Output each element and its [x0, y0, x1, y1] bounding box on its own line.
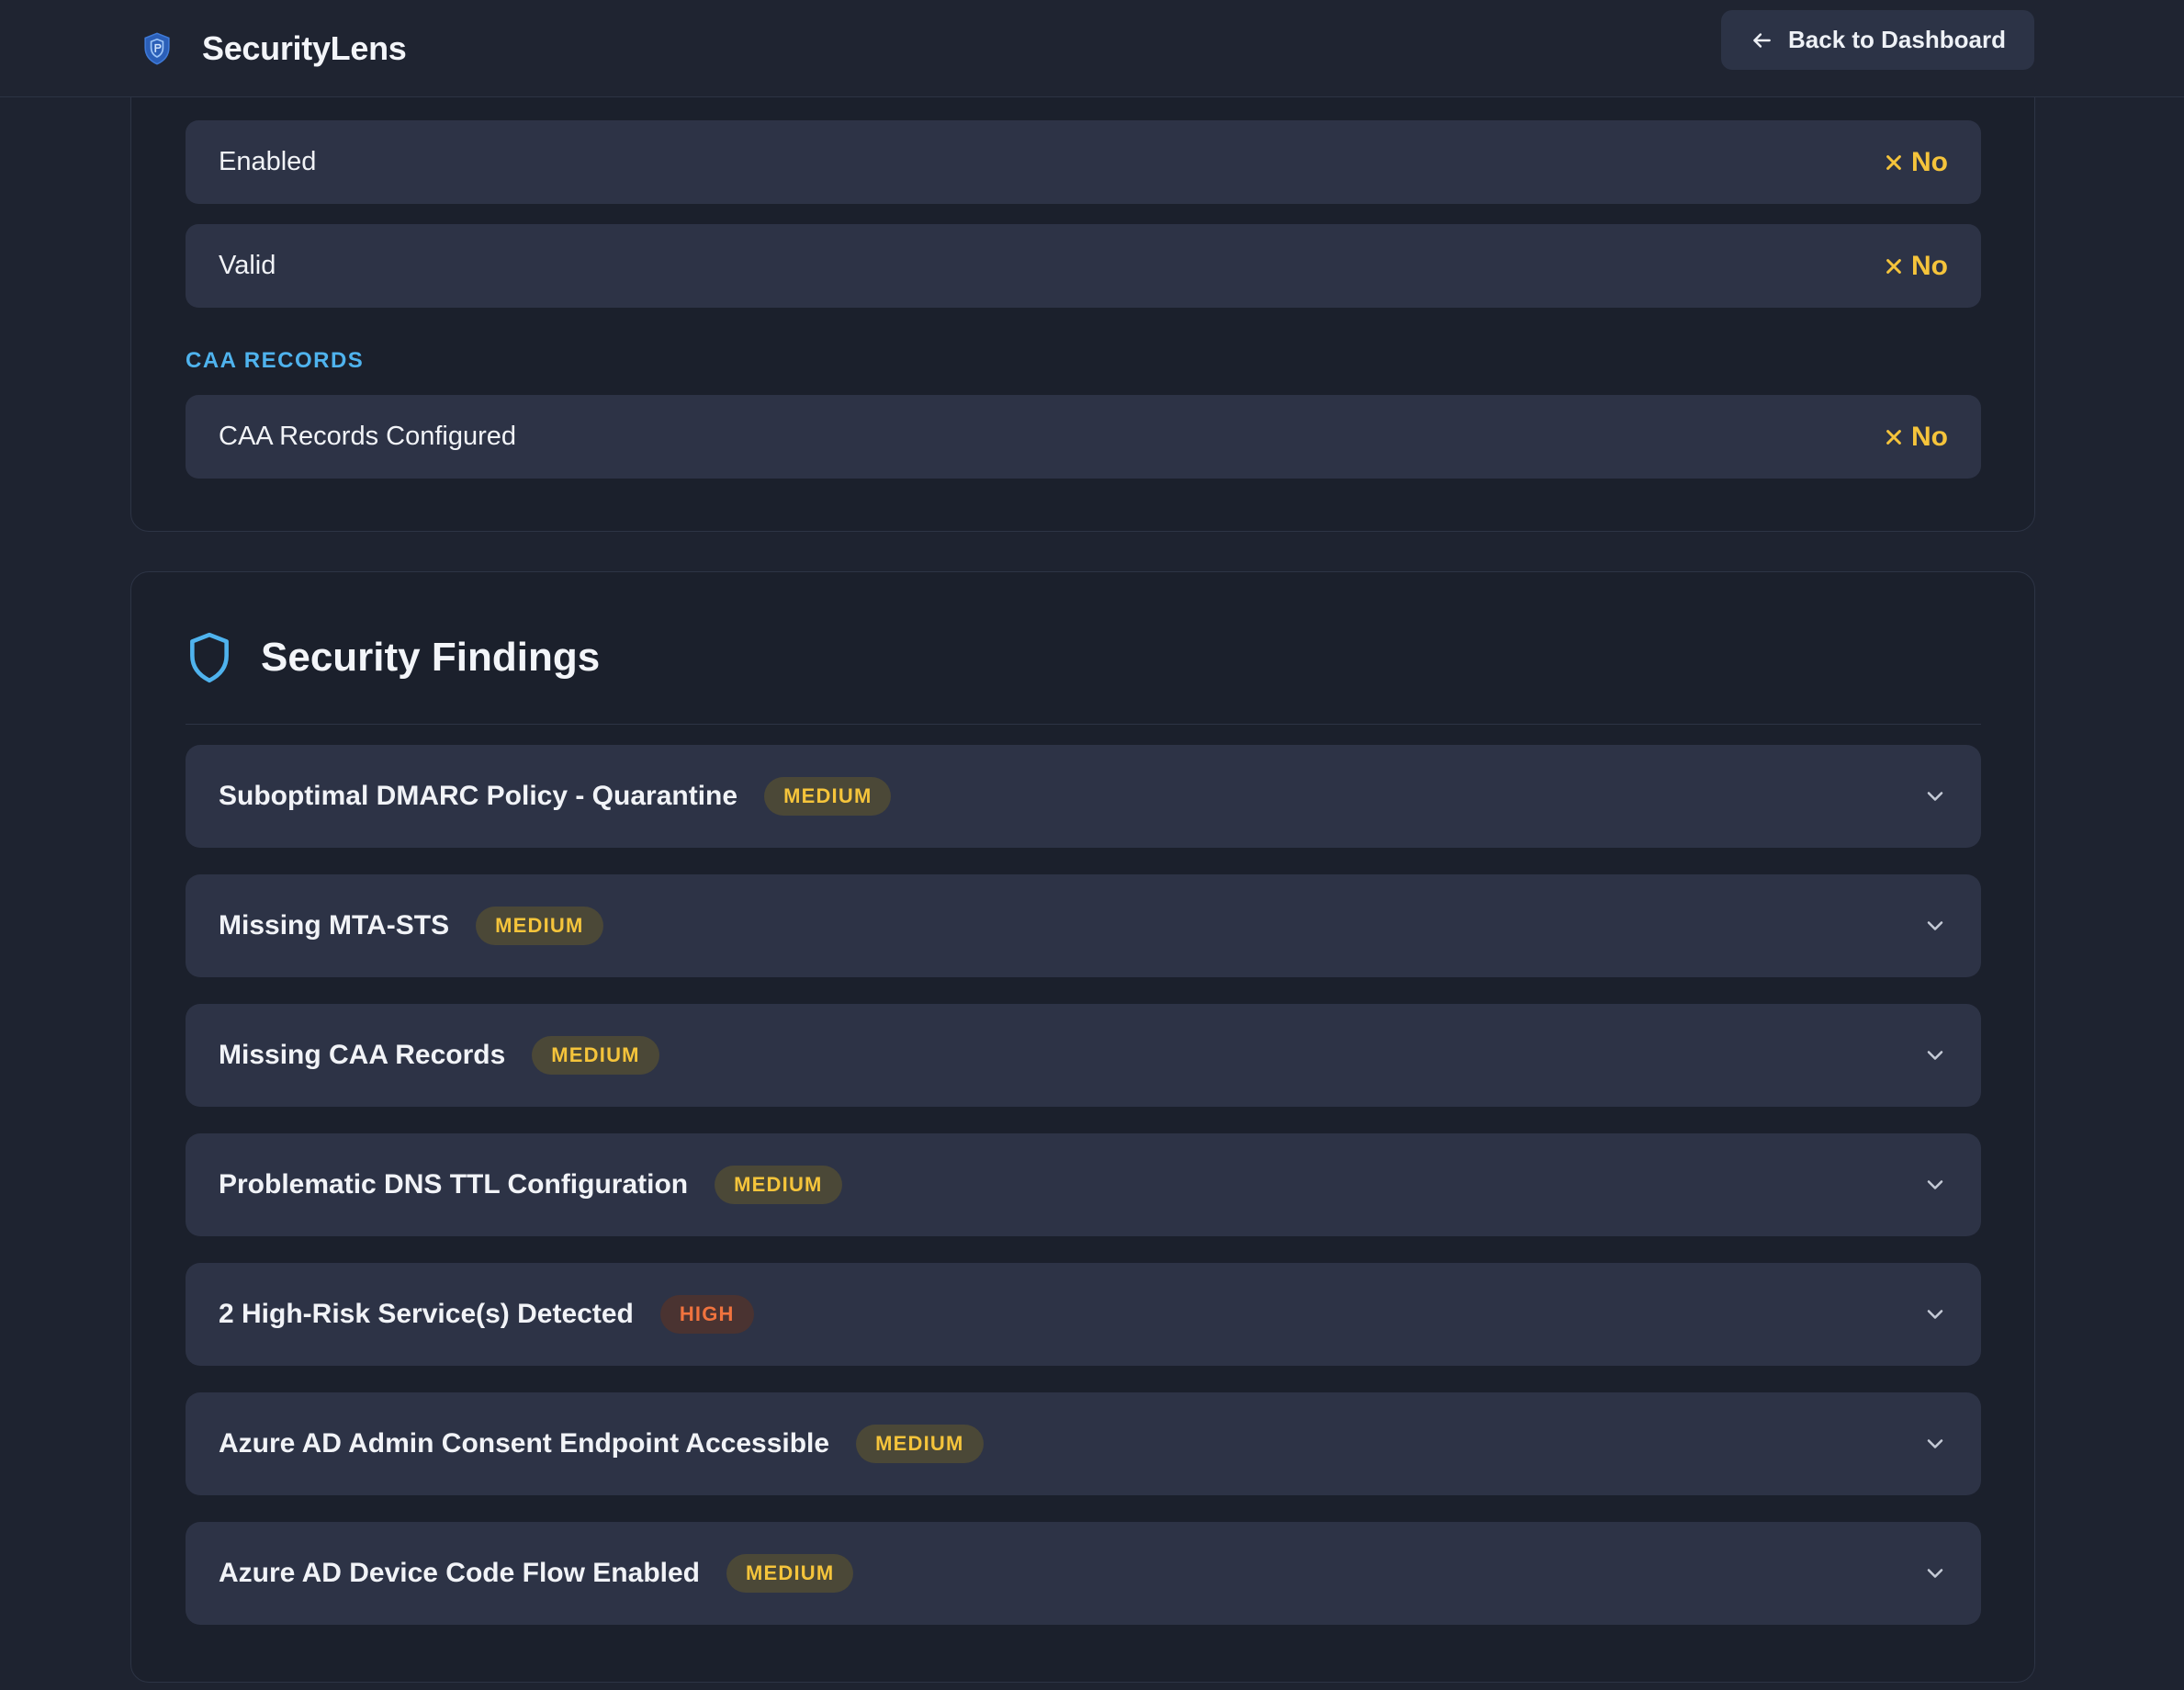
finding-item[interactable]: Problematic DNS TTL Configuration MEDIUM	[186, 1133, 1981, 1236]
chevron-down-icon[interactable]	[1922, 1172, 1948, 1198]
finding-item[interactable]: Missing CAA Records MEDIUM	[186, 1004, 1981, 1107]
finding-title: Suboptimal DMARC Policy - Quarantine	[219, 781, 738, 811]
chevron-down-icon[interactable]	[1922, 783, 1948, 809]
finding-item[interactable]: 2 High-Risk Service(s) Detected HIGH	[186, 1263, 1981, 1366]
shield-icon	[190, 632, 229, 683]
x-icon	[1886, 258, 1901, 274]
brand[interactable]: SecurityLens	[142, 18, 407, 79]
finding-title: Missing CAA Records	[219, 1040, 506, 1070]
severity-badge: MEDIUM	[726, 1554, 854, 1593]
record-label: Enabled	[219, 147, 317, 176]
finding-title: Azure AD Admin Consent Endpoint Accessib…	[219, 1428, 830, 1459]
severity-badge: MEDIUM	[764, 777, 892, 816]
status-value: No	[1884, 147, 1948, 178]
finding-item[interactable]: Azure AD Admin Consent Endpoint Accessib…	[186, 1392, 1981, 1495]
arrow-left-icon	[1753, 32, 1771, 48]
record-label: Valid	[219, 251, 276, 280]
finding-item[interactable]: Azure AD Device Code Flow Enabled MEDIUM	[186, 1522, 1981, 1625]
finding-item[interactable]: Missing MTA-STS MEDIUM	[186, 874, 1981, 977]
logo-shield-icon	[144, 32, 170, 65]
status-text: No	[1911, 146, 1948, 177]
chevron-down-icon[interactable]	[1922, 1301, 1948, 1327]
severity-badge: MEDIUM	[715, 1166, 842, 1204]
record-row-enabled: Enabled No	[186, 120, 1981, 204]
chevron-down-icon[interactable]	[1922, 1560, 1948, 1586]
status-text: No	[1911, 421, 1948, 452]
finding-item[interactable]: Suboptimal DMARC Policy - Quarantine MED…	[186, 745, 1981, 848]
chevron-down-icon[interactable]	[1922, 1042, 1948, 1068]
severity-badge: MEDIUM	[532, 1036, 659, 1075]
chevron-down-icon[interactable]	[1922, 1431, 1948, 1457]
status-text: No	[1911, 250, 1948, 281]
x-icon	[1886, 154, 1901, 170]
back-button-label: Back to Dashboard	[1788, 26, 2006, 53]
status-value: No	[1884, 251, 1948, 282]
finding-title: 2 High-Risk Service(s) Detected	[219, 1299, 634, 1329]
findings-title: Security Findings	[261, 635, 601, 680]
chevron-down-icon[interactable]	[1922, 913, 1948, 939]
status-value: No	[1884, 422, 1948, 453]
record-label: CAA Records Configured	[219, 422, 516, 451]
back-to-dashboard-button[interactable]: Back to Dashboard	[1721, 10, 2034, 70]
finding-title: Missing MTA-STS	[219, 910, 450, 941]
severity-badge: HIGH	[659, 1295, 754, 1334]
findings-header: Security Findings	[186, 625, 1981, 725]
finding-title: Problematic DNS TTL Configuration	[219, 1169, 689, 1200]
security-findings-card: Security Findings Suboptimal DMARC Polic…	[130, 571, 2035, 1683]
severity-badge: MEDIUM	[476, 907, 603, 945]
x-icon	[1886, 429, 1901, 445]
caa-records-heading: CAA RECORDS	[186, 348, 365, 373]
record-row-caa-configured: CAA Records Configured No	[186, 395, 1981, 479]
severity-badge: MEDIUM	[856, 1425, 984, 1463]
finding-title: Azure AD Device Code Flow Enabled	[219, 1558, 700, 1588]
record-row-valid: Valid No	[186, 224, 1981, 308]
top-navigation-bar: SecurityLens Back to Dashboard	[0, 0, 2184, 97]
app-name: SecurityLens	[202, 29, 407, 67]
